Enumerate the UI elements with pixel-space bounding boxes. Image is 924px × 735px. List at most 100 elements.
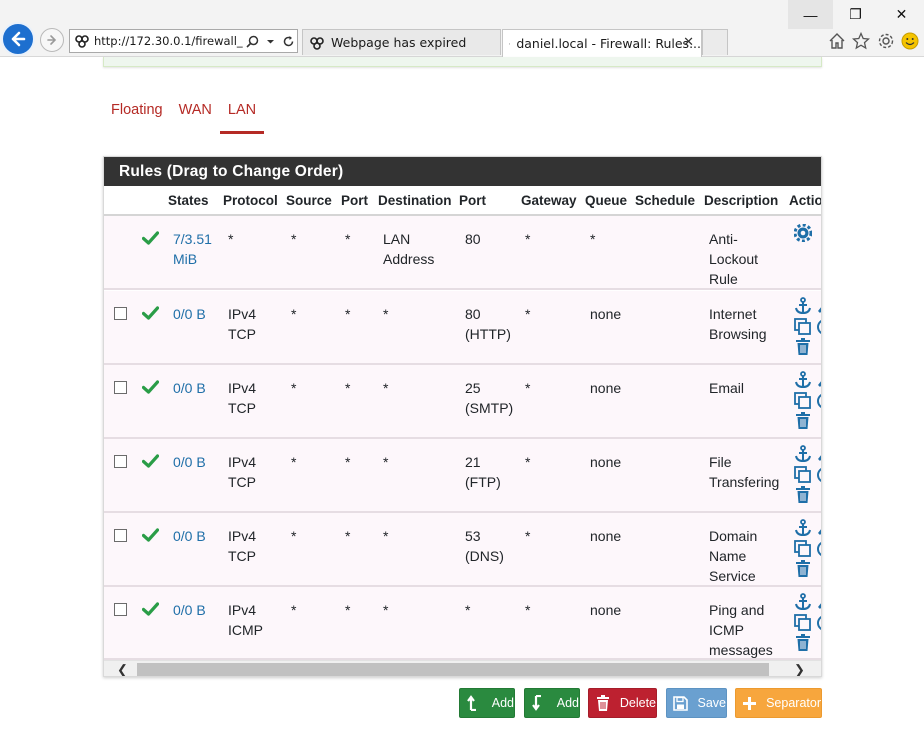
separator-button[interactable]: Separator xyxy=(735,688,822,718)
table-row[interactable]: 7/3.51 MiB * * * LAN Address 80 * * Anti- Lockout Ru… xyxy=(104,216,821,290)
rule-select-checkbox[interactable] xyxy=(114,307,127,320)
cell-states[interactable]: 0/0 B xyxy=(173,526,206,546)
edit-pencil-icon[interactable] xyxy=(816,371,821,389)
back-button[interactable] xyxy=(1,22,35,56)
col-port[interactable]: Port xyxy=(341,193,368,208)
col-schedule[interactable]: Schedule xyxy=(635,193,695,208)
edit-pencil-icon[interactable] xyxy=(816,519,821,537)
rule-enabled-icon[interactable] xyxy=(141,454,160,471)
tab-webpage-expired[interactable]: Webpage has expired xyxy=(302,29,501,55)
copy-icon[interactable] xyxy=(794,540,814,558)
col-description[interactable]: Description xyxy=(704,193,778,208)
scroll-left-icon[interactable]: ❮ xyxy=(117,662,128,676)
save-button[interactable]: Save xyxy=(666,688,727,718)
copy-icon[interactable] xyxy=(794,392,814,410)
cell-gateway: * xyxy=(525,454,531,470)
cell-queue: * xyxy=(590,231,596,247)
col-source[interactable]: Source xyxy=(286,193,332,208)
horizontal-scrollbar[interactable]: ❮ ❯ xyxy=(104,660,821,676)
tab-floating[interactable]: Floating xyxy=(103,98,171,134)
col-states[interactable]: States xyxy=(168,193,209,208)
delete-label: Delete xyxy=(619,696,656,710)
table-row[interactable]: 0/0 B IPv4 ICMP * * * * * none Ping and ICMP messag… xyxy=(104,587,821,660)
col-dest-port[interactable]: Port xyxy=(459,193,486,208)
minimize-button[interactable]: — xyxy=(788,0,833,29)
trash-icon[interactable] xyxy=(795,412,815,430)
trash-icon[interactable] xyxy=(795,560,815,578)
col-protocol[interactable]: Protocol xyxy=(223,193,278,208)
edit-pencil-icon[interactable] xyxy=(816,593,821,611)
cell-destination: * xyxy=(383,380,389,396)
col-gateway[interactable]: Gateway xyxy=(521,193,577,208)
floppy-icon xyxy=(672,695,690,711)
copy-icon[interactable] xyxy=(794,614,814,632)
cell-states[interactable]: 0/0 B xyxy=(173,378,206,398)
rule-select-checkbox[interactable] xyxy=(114,603,127,616)
cell-states[interactable]: 0/0 B xyxy=(173,452,206,472)
anchor-icon[interactable] xyxy=(794,445,814,463)
cell-destination: * xyxy=(383,602,389,618)
cell-states[interactable]: 7/3.51 xyxy=(173,229,212,249)
cell-protocol: IPv4 xyxy=(228,306,257,322)
tab-lan[interactable]: LAN xyxy=(219,98,265,134)
cell-states[interactable]: 0/0 B xyxy=(173,304,206,324)
close-tab-icon[interactable]: ✕ xyxy=(683,35,694,50)
delete-button[interactable]: Delete xyxy=(588,688,657,718)
arrow-right-icon xyxy=(47,35,57,45)
disable-circle-icon[interactable] xyxy=(816,466,821,484)
trash-icon[interactable] xyxy=(795,486,815,504)
anchor-icon[interactable] xyxy=(794,297,814,315)
add-rule-bottom-button[interactable]: Add xyxy=(524,688,580,718)
table-row[interactable]: 0/0 B IPv4 TCP * * * 21 (FTP) * none File Transferi… xyxy=(104,439,821,513)
cell-states[interactable]: 0/0 B xyxy=(173,600,206,620)
scroll-right-icon[interactable]: ❯ xyxy=(794,662,805,676)
search-icon[interactable] xyxy=(243,35,261,48)
copy-icon[interactable] xyxy=(794,318,814,336)
chevron-down-icon[interactable] xyxy=(261,37,279,46)
trash-icon[interactable] xyxy=(795,338,815,356)
add-rule-top-button[interactable]: Add xyxy=(459,688,515,718)
rule-enabled-icon[interactable] xyxy=(141,380,160,397)
disable-circle-icon[interactable] xyxy=(816,614,821,632)
anchor-icon[interactable] xyxy=(794,371,814,389)
maximize-button[interactable]: ❐ xyxy=(833,0,878,29)
anchor-icon[interactable] xyxy=(794,593,814,611)
rule-select-checkbox[interactable] xyxy=(114,455,127,468)
home-icon[interactable] xyxy=(827,31,847,51)
disable-circle-icon[interactable] xyxy=(816,540,821,558)
rule-enabled-icon[interactable] xyxy=(141,306,160,323)
col-queue[interactable]: Queue xyxy=(585,193,627,208)
rule-enabled-icon[interactable] xyxy=(141,231,160,248)
rule-enabled-icon[interactable] xyxy=(141,602,160,619)
window-close-button[interactable]: ✕ xyxy=(879,0,924,29)
disable-circle-icon[interactable] xyxy=(816,392,821,410)
tab-firewall-rules[interactable]: daniel.local - Firewall: Rules... ✕ xyxy=(502,29,702,57)
scrollbar-thumb[interactable] xyxy=(137,663,769,676)
rule-select-checkbox[interactable] xyxy=(114,381,127,394)
rule-enabled-icon[interactable] xyxy=(141,528,160,545)
forward-button[interactable] xyxy=(40,28,64,52)
table-row[interactable]: 0/0 B IPv4 TCP * * * 53 (DNS) * none Domain Name Ser… xyxy=(104,513,821,587)
copy-icon[interactable] xyxy=(794,466,814,484)
rule-select-checkbox[interactable] xyxy=(114,529,127,542)
settings-gear-icon[interactable] xyxy=(793,223,814,243)
table-row[interactable]: 0/0 B IPv4 TCP * * * 80 (HTTP) * none Internet Brow… xyxy=(104,291,821,365)
edit-pencil-icon[interactable] xyxy=(816,445,821,463)
anchor-icon[interactable] xyxy=(794,519,814,537)
address-url[interactable]: http://172.30.0.1/firewall_rul xyxy=(94,34,243,48)
star-icon[interactable] xyxy=(851,31,871,51)
refresh-icon[interactable] xyxy=(279,35,297,48)
col-destination[interactable]: Destination xyxy=(378,193,452,208)
table-row[interactable]: 0/0 B IPv4 TCP * * * 25 (SMTP) * none Email xyxy=(104,365,821,439)
trash-icon[interactable] xyxy=(795,634,815,652)
cell-description: Rule xyxy=(709,271,738,287)
tab-wan[interactable]: WAN xyxy=(171,98,220,134)
smiley-icon[interactable] xyxy=(900,31,920,51)
cell-states[interactable]: MiB xyxy=(173,249,197,269)
disable-circle-icon[interactable] xyxy=(816,318,821,336)
save-label: Save xyxy=(697,696,727,710)
edit-pencil-icon[interactable] xyxy=(816,297,821,315)
gear-icon[interactable] xyxy=(876,31,896,51)
address-bar[interactable]: http://172.30.0.1/firewall_rul xyxy=(69,29,298,53)
new-tab-button[interactable] xyxy=(702,29,728,55)
